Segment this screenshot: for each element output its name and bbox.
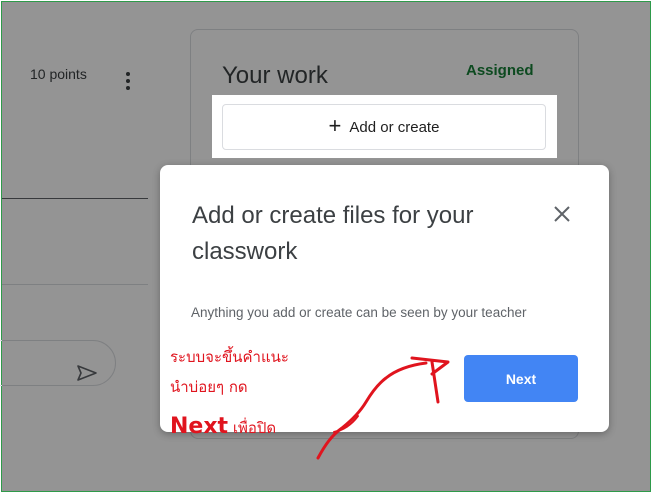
annotation-next: Next (170, 414, 229, 439)
close-icon[interactable] (551, 203, 573, 225)
annotation-line-1: ระบบจะขึ้นคำแนะ (170, 348, 289, 366)
add-or-create-label: Add or create (349, 118, 440, 136)
hand-drawn-arrow (316, 356, 450, 460)
next-button[interactable]: Next (464, 355, 578, 402)
plus-icon: + (328, 113, 342, 138)
dialog-title: Add or create files for your classwork (192, 202, 474, 265)
dialog-body: Anything you add or create can be seen b… (191, 305, 527, 320)
add-or-create-button[interactable]: + Add or create (222, 104, 546, 150)
annotation-line-2: นำบ่อยๆ กด (170, 378, 248, 396)
annotation-line-3: Next เพื่อปิด (170, 414, 276, 440)
annotation-close-text: เพื่อปิด (228, 419, 277, 437)
